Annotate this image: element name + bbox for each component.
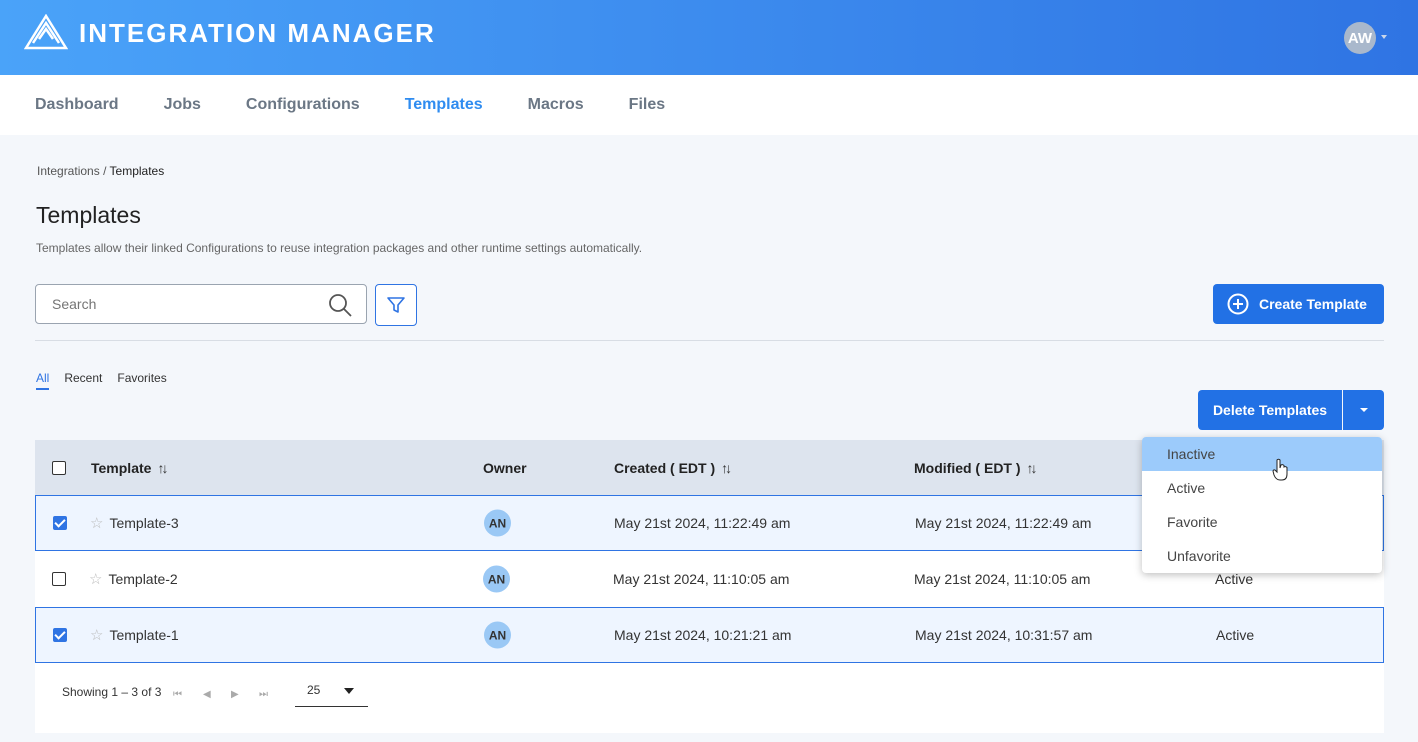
create-template-label: Create Template [1259,296,1367,312]
created-date: May 21st 2024, 11:10:05 am [613,571,790,587]
modified-date: May 21st 2024, 11:22:49 am [915,515,1092,531]
nav-jobs[interactable]: Jobs [164,96,201,114]
template-name[interactable]: Template-1 [109,627,178,643]
filter-icon [387,297,405,313]
tab-all[interactable]: All [36,371,50,390]
favorite-star-icon[interactable]: ☆ [90,626,103,644]
template-name[interactable]: Template-2 [108,571,177,587]
page-size-value: 25 [307,683,321,697]
page-title: Templates [36,202,141,228]
tab-favorites[interactable]: Favorites [117,371,166,390]
filter-tabs: All Recent Favorites [36,371,167,390]
breadcrumb-current: Templates [109,164,165,178]
row-checkbox[interactable] [53,516,67,530]
menu-item-favorite[interactable]: Favorite [1142,505,1382,539]
column-modified[interactable]: Modified ( EDT ) ↑↓ [914,459,1038,476]
search-input[interactable] [52,296,312,312]
breadcrumb-parent[interactable]: Integrations [37,164,100,178]
column-created[interactable]: Created ( EDT ) ↑↓ [614,459,732,476]
delete-templates-split-button: Delete Templates [1198,390,1384,430]
status: Active [1215,571,1254,587]
hand-cursor-icon [1272,458,1288,481]
created-date: May 21st 2024, 11:22:49 am [614,515,791,531]
created-date: May 21st 2024, 10:21:21 am [614,627,792,643]
plus-circle-icon [1227,293,1249,315]
tab-recent[interactable]: Recent [64,371,102,390]
showing-count: Showing 1 – 3 of 3 [62,685,162,699]
sort-icon: ↑↓ [1026,459,1038,476]
app-title: INTEGRATION MANAGER [79,18,436,48]
menu-item-active[interactable]: Active [1142,471,1382,505]
table-footer: Showing 1 – 3 of 3 ⏮ ◀ ▶ ⏭ 25 [35,663,1384,733]
caret-down-icon [344,688,354,699]
page-description: Templates allow their linked Configurati… [36,241,643,255]
owner-avatar: AN [483,565,510,593]
owner-avatar: AN [484,509,511,537]
page-size-select[interactable]: 25 [295,681,368,707]
column-owner: Owner [483,459,527,476]
delete-templates-button[interactable]: Delete Templates [1198,390,1342,430]
menu-item-inactive[interactable]: Inactive [1142,437,1382,471]
first-page-icon[interactable]: ⏮ [173,689,182,700]
prev-page-icon[interactable]: ◀ [203,689,211,700]
column-template[interactable]: Template ↑↓ [91,459,168,476]
nav-macros[interactable]: Macros [528,96,584,114]
create-template-button[interactable]: Create Template [1213,284,1384,324]
nav-files[interactable]: Files [629,96,665,114]
next-page-icon[interactable]: ▶ [231,689,239,700]
delete-options-menu: Inactive Active Favorite Unfavorite [1142,437,1382,573]
nav-templates[interactable]: Templates [405,96,483,114]
caret-down-icon [1359,408,1368,416]
column-modified-label: Modified ( EDT ) [914,459,1021,476]
search-box [35,284,367,324]
favorite-star-icon[interactable]: ☆ [90,514,103,532]
template-name[interactable]: Template-3 [109,515,178,531]
divider [35,340,1384,341]
breadcrumb: Integrations / Templates [37,164,164,178]
filter-button[interactable] [375,284,417,326]
app-logo-icon [24,14,68,50]
status: Active [1216,627,1255,643]
modified-date: May 21st 2024, 11:10:05 am [914,571,1091,587]
last-page-icon[interactable]: ⏭ [259,689,268,700]
select-all-checkbox[interactable] [52,460,66,475]
user-avatar[interactable]: AW [1344,22,1376,54]
sort-icon: ↑↓ [721,459,732,476]
row-checkbox[interactable] [53,628,67,642]
table-row[interactable]: ☆ Template-1 AN May 21st 2024, 10:21:21 a… [35,607,1384,663]
column-created-label: Created ( EDT ) [614,459,716,476]
column-template-label: Template [91,459,152,476]
user-menu-caret-icon[interactable] [1381,35,1387,42]
row-checkbox[interactable] [52,572,66,586]
main-nav: Dashboard Jobs Configurations Templates … [0,75,1418,135]
search-icon[interactable] [328,293,352,317]
favorite-star-icon[interactable]: ☆ [89,570,102,588]
sort-icon: ↑↓ [157,459,168,476]
owner-avatar: AN [484,621,511,649]
nav-configurations[interactable]: Configurations [246,96,360,114]
delete-options-toggle[interactable] [1343,390,1384,430]
modified-date: May 21st 2024, 10:31:57 am [915,627,1093,643]
app-header: INTEGRATION MANAGER AW [0,0,1418,75]
breadcrumb-separator: / [103,164,107,178]
nav-dashboard[interactable]: Dashboard [35,96,119,114]
menu-item-unfavorite[interactable]: Unfavorite [1142,539,1382,573]
